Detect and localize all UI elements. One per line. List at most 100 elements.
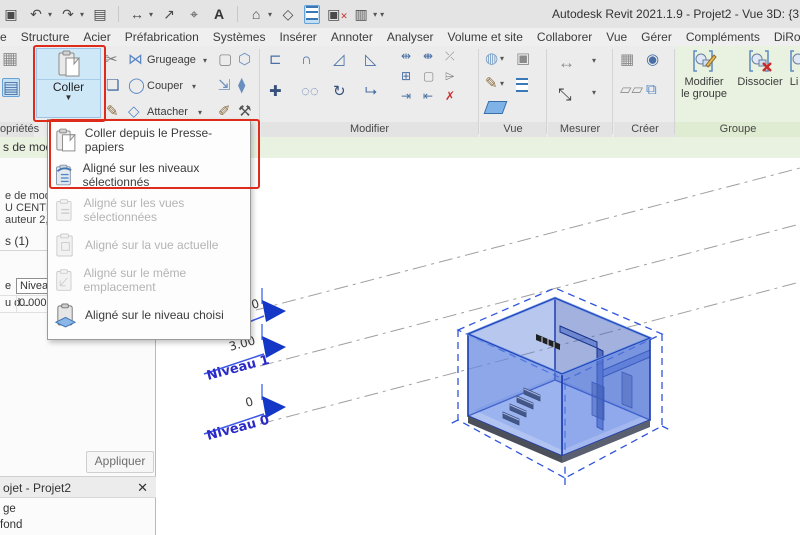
link-group-button[interactable]: Li [788,49,800,88]
measure-dropdown-icon[interactable]: ▾ [149,10,153,19]
tab-annoter[interactable]: Annoter [331,30,373,44]
aligned-dimension-icon[interactable]: ↗ [160,6,178,23]
corner-join-icon[interactable]: ⮡ [365,84,377,99]
tab-gerer[interactable]: Gérer [641,30,672,44]
copy-icon[interactable]: ❏ [106,78,119,93]
create-parts-icon[interactable]: ⧉ [646,82,657,97]
paste-split-button[interactable]: Coller ▼ [36,48,101,118]
building-model[interactable] [450,288,670,490]
lightbulb-dropdown-icon[interactable]: ▾ [500,54,504,63]
paintbrush-icon[interactable]: ✎ [485,76,498,91]
dimension-icon[interactable]: ⤡ [558,86,572,103]
hide-lines-icon[interactable] [516,78,528,97]
properties-palette-icon[interactable]: ▤ [2,78,20,97]
cut-geometry-dropdown-icon[interactable]: ▾ [192,82,196,91]
redo-icon[interactable]: ↷ [59,6,77,23]
text-icon[interactable]: A [210,6,228,22]
paste-dropdown-arrow[interactable]: ▼ [65,94,73,101]
measure-between-icon[interactable]: ↔ [558,54,575,71]
match-properties-icon[interactable]: ✎ [106,104,119,119]
tab-diroots[interactable]: DiRo [774,30,800,44]
create-assembly-icon[interactable]: ▱▱ [620,82,643,97]
tab-structure[interactable]: Structure [21,30,70,44]
paintbrush-dropdown-icon[interactable]: ▾ [500,79,504,88]
tab-architecture[interactable]: ture [0,30,7,44]
cope-dropdown-icon[interactable]: ▾ [203,56,207,65]
edit-type-icon[interactable]: ✐ [218,104,231,119]
move-icon[interactable]: ✚ [269,84,282,99]
tag-icon[interactable]: ⌖ [185,6,203,23]
tab-vue[interactable]: Vue [606,30,627,44]
measure-dropdown-icon[interactable]: ▾ [592,56,596,65]
close-hidden-windows-icon[interactable]: ▣✕ [327,6,345,23]
join-geometry-label[interactable]: Attacher [147,106,188,118]
trim-extend-single-icon[interactable]: ◿ [333,52,345,67]
menu-item-paste-clipboard[interactable]: Coller depuis le Presse-papiers [48,122,250,157]
thin-lines-icon[interactable] [304,5,320,24]
menu-item-aligned-selected-levels[interactable]: Aligné sur les niveaux sélectionnés [48,157,250,192]
close-icon[interactable]: ✕ [137,477,148,499]
edit-group-label-2: le groupe [681,88,727,100]
cut-geometry-label[interactable]: Couper [147,80,183,92]
align-right-icon[interactable]: ⇥ [401,90,411,102]
trim-extend-multiple-icon[interactable]: ◺ [365,52,377,67]
tab-acier[interactable]: Acier [83,30,110,44]
join-dropdown-icon[interactable]: ▾ [198,108,202,117]
apply-button[interactable]: Appliquer [86,451,154,473]
fillet-icon[interactable]: ∩ [301,52,312,67]
modify-icon[interactable]: ▦ [2,50,18,67]
switch-windows-icon[interactable]: ▥ [352,6,370,23]
app-menu-icon[interactable]: ▣ [2,6,20,23]
browser-tree-item[interactable]: ge [3,503,16,515]
demolish-hammer-icon[interactable]: ⚒ [238,104,251,119]
cube-icon[interactable]: ⬡ [238,52,251,67]
create-group-icon[interactable]: ▦ [620,52,634,67]
lightbulb-icon[interactable]: ◍ [485,51,498,66]
array-icon[interactable]: ⊞ [401,70,411,82]
tab-collaborer[interactable]: Collaborer [537,30,592,44]
pin-icon[interactable]: ⌲ [445,70,454,82]
property-value[interactable]: 0.000 [19,297,47,309]
undo-dropdown-icon[interactable]: ▾ [48,10,52,19]
displace-elements-icon[interactable] [484,101,508,114]
undo-icon[interactable]: ↶ [27,6,45,23]
tab-complements[interactable]: Compléments [686,30,760,44]
drawing-area[interactable]: 0 3.00 Niveau 1 0 Niveau 0 [156,158,800,535]
panel-mesurer: ↔ ▾ ⤡ ▾ Mesurer [548,46,612,137]
align-icon[interactable]: ⊏ [269,52,282,67]
cope-label[interactable]: Grugeage [147,54,196,66]
browser-tree-item[interactable]: fond [0,519,22,531]
default-3d-view-icon[interactable]: ⌂ [247,6,265,22]
tab-analyser[interactable]: Analyser [387,30,434,44]
paste-icon [56,49,82,79]
mirror-line-icon[interactable]: ⇼ [423,50,433,62]
mirror-axis-icon[interactable]: ⇹ [401,50,411,62]
copy-element-icon[interactable]: ◌◌ [301,84,319,99]
tab-volume-et-site[interactable]: Volume et site [448,30,523,44]
print-icon[interactable]: ▤ [91,6,109,23]
scale-icon[interactable]: ▢ [423,70,434,82]
level-2-line[interactable] [256,168,800,310]
create-similar-icon[interactable]: ◉ [646,52,659,67]
render-icon[interactable]: ◇ [279,6,297,23]
level-0-head[interactable]: 0 Niveau 0 [204,384,286,444]
tab-inserer[interactable]: Insérer [279,30,316,44]
customize-qat-icon[interactable]: ▾ [380,10,384,19]
tab-systemes[interactable]: Systèmes [213,30,266,44]
paste-button-label[interactable]: Coller [37,79,100,94]
offset-icon[interactable]: ⧫ [238,78,245,93]
rotate-icon[interactable]: ↻ [333,84,346,99]
redo-dropdown-icon[interactable]: ▾ [80,10,84,19]
cut-icon[interactable]: ✂ [105,52,118,67]
align-left-icon[interactable]: ⇤ [423,90,433,102]
ungroup-button[interactable]: Dissocier [734,49,786,88]
measure-icon[interactable]: ↔ [128,6,146,22]
edit-group-button[interactable]: Modifier le groupe [678,49,730,100]
split-element-icon[interactable]: ⇲ [218,78,231,93]
tab-prefabrication[interactable]: Préfabrication [125,30,199,44]
menu-item-aligned-picked-level[interactable]: Aligné sur le niveau choisi [48,297,250,332]
3d-view-dropdown-icon[interactable]: ▾ [268,10,272,19]
switch-windows-dropdown-icon[interactable]: ▾ [373,10,377,19]
delete-icon[interactable]: ✗ [445,90,455,102]
dimension-dropdown-icon[interactable]: ▾ [592,88,596,97]
